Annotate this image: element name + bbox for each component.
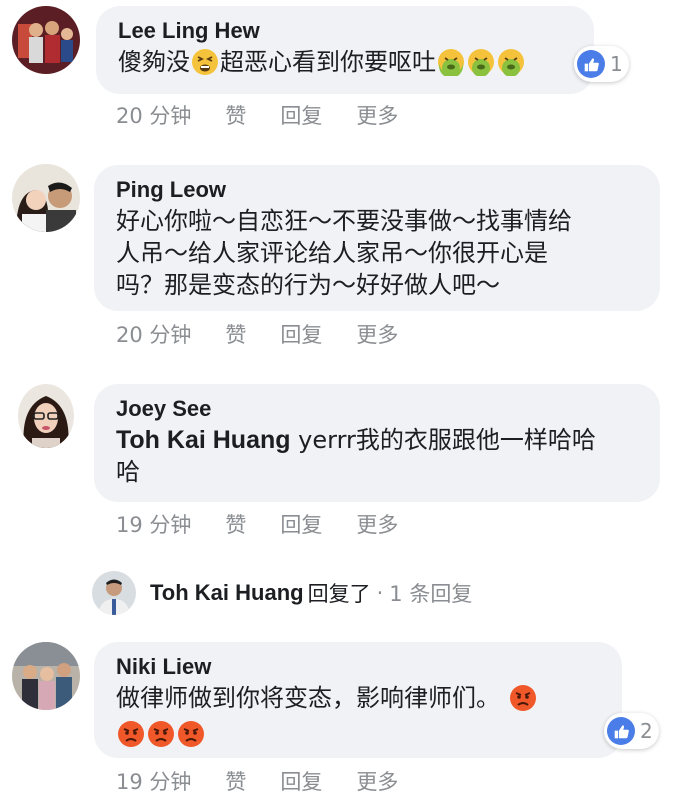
reply-author: Toh Kai Huang	[150, 580, 304, 605]
more-link[interactable]: 更多	[356, 509, 398, 539]
nauseated-face-icon	[497, 48, 525, 76]
comment-text-line	[116, 718, 602, 750]
comment-actions: 19 分钟 赞 回复 更多	[116, 509, 432, 539]
like-link[interactable]: 赞	[225, 319, 246, 349]
more-link[interactable]: 更多	[356, 100, 398, 130]
comment-author[interactable]: Niki Liew	[116, 654, 602, 680]
avatar	[92, 571, 136, 615]
comment-text: Toh Kai Huang yerrr我的衣服跟他一样哈哈 哈	[116, 424, 640, 488]
avatar[interactable]	[12, 642, 80, 710]
nauseated-face-icon	[437, 48, 465, 76]
comment-timestamp[interactable]: 20 分钟	[116, 319, 191, 349]
comment-text-line: 做律师做到你将变态，影响律师们。	[116, 682, 602, 714]
reaction-badge[interactable]: 2	[604, 713, 659, 749]
nauseated-face-icon	[467, 48, 495, 76]
pouting-face-icon	[509, 684, 537, 712]
comment-timestamp[interactable]: 19 分钟	[116, 766, 191, 796]
comment-text-part: yerrr我的衣服跟他一样哈哈	[290, 426, 596, 454]
reply-link[interactable]: 回复	[280, 319, 322, 349]
comment-text-line: 吗？那是变态的行为～好好做人吧～	[116, 271, 500, 299]
comment-text-part: 超恶心看到你要呕吐	[220, 48, 436, 76]
avatar[interactable]	[18, 384, 74, 448]
comment-bubble: Lee Ling Hew 傻夠没 超恶心看到你要呕吐	[96, 6, 594, 94]
comment-text-line: 哈	[116, 458, 140, 486]
comment-bubble: Ping Leow 好心你啦～自恋狂～不要没事做～找事情给 人吊～给人家评论给人…	[94, 165, 660, 311]
like-link[interactable]: 赞	[225, 509, 246, 539]
pouting-face-icon	[117, 720, 145, 748]
comment-text-part: 傻夠没	[118, 48, 190, 76]
thumbs-up-icon	[577, 50, 605, 78]
reply-action-text: 回复了	[307, 582, 371, 606]
comment-timestamp[interactable]: 19 分钟	[116, 509, 191, 539]
comment-actions: 20 分钟 赞 回复 更多	[116, 100, 432, 130]
reply-count: 1 条回复	[389, 582, 473, 606]
reaction-count: 2	[640, 719, 653, 743]
thumbs-up-icon	[607, 717, 635, 745]
avatar[interactable]	[12, 164, 80, 232]
comment-timestamp[interactable]: 20 分钟	[116, 100, 191, 130]
tired-face-icon	[191, 48, 219, 76]
like-link[interactable]: 赞	[225, 766, 246, 796]
comment-author[interactable]: Ping Leow	[116, 177, 640, 203]
pouting-face-icon	[177, 720, 205, 748]
avatar[interactable]	[12, 6, 80, 74]
comment-bubble: Joey See Toh Kai Huang yerrr我的衣服跟他一样哈哈 哈	[94, 384, 660, 502]
comment-text: 傻夠没 超恶心看到你要呕吐	[118, 46, 574, 78]
more-link[interactable]: 更多	[356, 766, 398, 796]
pouting-face-icon	[147, 720, 175, 748]
comment-text: 好心你啦～自恋狂～不要没事做～找事情给 人吊～给人家评论给人家吊～你很开心是 吗…	[116, 205, 640, 301]
comment-author[interactable]: Joey See	[116, 396, 640, 422]
reply-link[interactable]: 回复	[280, 509, 322, 539]
comment-author[interactable]: Lee Ling Hew	[118, 18, 574, 44]
separator-dot: ·	[376, 581, 384, 605]
comment-text-line: 好心你啦～自恋狂～不要没事做～找事情给	[116, 207, 572, 235]
more-link[interactable]: 更多	[356, 319, 398, 349]
reply-thread-link[interactable]: Toh Kai Huang 回复了 · 1 条回复	[92, 570, 472, 616]
reply-link[interactable]: 回复	[280, 100, 322, 130]
reply-link[interactable]: 回复	[280, 766, 322, 796]
comment-text-line: Toh Kai Huang yerrr我的衣服跟他一样哈哈	[116, 424, 640, 456]
comment-bubble: Niki Liew 做律师做到你将变态，影响律师们。	[94, 642, 622, 758]
reaction-count: 1	[610, 52, 623, 76]
comment-text-part: 做律师做到你将变态，影响律师们。	[116, 684, 500, 712]
like-link[interactable]: 赞	[225, 100, 246, 130]
comment-text-line: 人吊～给人家评论给人家吊～你很开心是	[116, 239, 548, 267]
reaction-badge[interactable]: 1	[574, 46, 629, 82]
comment-text: 做律师做到你将变态，影响律师们。	[116, 682, 602, 750]
comment-actions: 19 分钟 赞 回复 更多	[116, 766, 432, 796]
comment-actions: 20 分钟 赞 回复 更多	[116, 319, 432, 349]
mention-link[interactable]: Toh Kai Huang	[116, 426, 291, 454]
